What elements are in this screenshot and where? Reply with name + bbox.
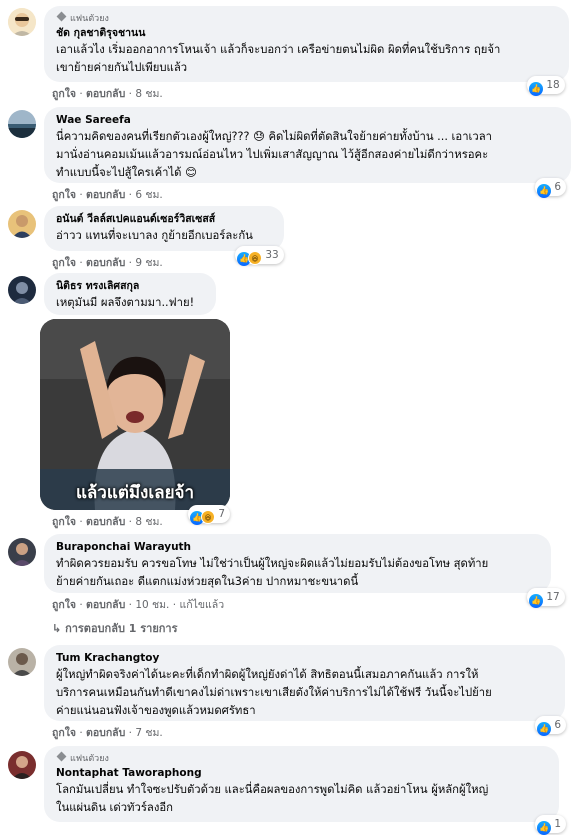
comment-text: ทำผิดควรยอมรับ ควรขอโทษ ไม่ใช่ว่าเป็นผู้… [56,557,489,588]
avatar-image [8,648,36,676]
avatar[interactable] [8,538,36,566]
avatar-image [8,110,36,138]
like-link[interactable]: ถูกใจ [52,88,76,100]
comment-bubble: Tum Krachangtoy ผู้ใหญ่ทำผิดจริงค่าได้นะ… [44,645,565,721]
reply-link[interactable]: ตอบกลับ [86,88,125,100]
diamond-icon [56,751,67,762]
avatar[interactable] [8,110,36,138]
reaction-count[interactable]: 👍 6 [535,178,567,198]
reaction-count[interactable]: 👍 17 [527,588,565,608]
commenter-name[interactable]: นิติธร ทรงเลิศสกุล [56,279,204,294]
timestamp[interactable]: 10 ชม. [135,599,169,611]
avatar-image [8,8,36,36]
diamond-icon [56,11,67,22]
edited-label[interactable]: แก้ไขแล้ว [179,599,224,611]
comment-bubble: แฟนตัวยง ชัด กุลชาติรุจชานน เอาแล้วไง เร… [44,6,569,82]
commenter-name[interactable]: Tum Krachangtoy [56,651,553,666]
like-icon: 👍 [537,821,551,835]
reply-link[interactable]: ตอบกลับ [86,599,125,611]
top-fan-badge: แฟนตัวยง [56,11,557,26]
comment-actions: ถูกใจ · ตอบกลับ · 8 ชม. [52,88,163,100]
like-link[interactable]: ถูกใจ [52,727,76,739]
comment-actions: ถูกใจ · ตอบกลับ · 7 ชม. [52,727,163,739]
comment-bubble: แฟนตัวยง Nontaphat Taworaphong โลกมันเปล… [44,746,559,822]
meme-caption: แล้วแต่มึงเลยจ้า [75,483,195,503]
reaction-count[interactable]: 👍 😆 33 [235,246,284,266]
avatar-image [8,751,36,779]
comment-actions: ถูกใจ · ตอบกลับ · 9 ชม. [52,257,163,269]
commenter-name[interactable]: Nontaphat Taworaphong [56,766,547,781]
like-link[interactable]: ถูกใจ [52,257,76,269]
reaction-count[interactable]: 👍 😆 7 [188,505,231,525]
haha-icon: 😆 [248,251,262,265]
comment-text: เอาแล้วไง เริ่มออกอาการโหนเจ้า แล้วก็จะบ… [56,43,501,74]
timestamp[interactable]: 7 ชม. [135,727,162,739]
comment-text: อ่าวว แทนที่จะเบาลง กูย้ายอีกเบอร์ละกัน [56,229,253,242]
comment-text: นี่ความคิดของคนที่เรียกตัวเองผู้ใหญ่??? … [56,130,493,179]
avatar[interactable] [8,648,36,676]
haha-icon: 😆 [201,510,215,524]
comment-text: ผู้ใหญ่ทำผิดจริงค่าได้นะคะที่เด็กทำผิดผู… [56,668,492,717]
commenter-name[interactable]: ชัด กุลชาติรุจชานน [56,26,557,41]
timestamp[interactable]: 8 ชม. [135,516,162,528]
like-link[interactable]: ถูกใจ [52,189,76,201]
avatar-image [8,210,36,238]
reply-link[interactable]: ตอบกลับ [86,257,125,269]
timestamp[interactable]: 9 ชม. [135,257,162,269]
comment-actions: ถูกใจ · ตอบกลับ · 10 ชม. · แก้ไขแล้ว [52,599,225,611]
comment-text: โลกมันเปลี่ยน ทำใจซะปรับตัวด้วย และนี่คื… [56,783,489,814]
comment-text: เหตุมันมี ผลจึงตามมา..ฟาย! [56,296,195,309]
avatar-image [8,276,36,304]
commenter-name[interactable]: Buraponchai Warayuth [56,540,539,555]
avatar[interactable] [8,276,36,304]
comment-bubble: Buraponchai Warayuth ทำผิดควรยอมรับ ควรข… [44,534,551,593]
reaction-count[interactable]: 👍 1 [535,815,567,835]
comment-actions: ถูกใจ · ตอบกลับ · 8 ชม. [52,516,163,528]
avatar[interactable] [8,8,36,36]
comment-bubble: Wae Sareefa นี่ความคิดของคนที่เรียกตัวเอ… [44,107,571,183]
top-fan-badge: แฟนตัวยง [56,751,547,766]
comment-bubble: นิติธร ทรงเลิศสกุล เหตุมันมี ผลจึงตามมา.… [44,273,216,315]
like-link[interactable]: ถูกใจ [52,599,76,611]
reply-link[interactable]: ตอบกลับ [86,727,125,739]
reaction-count[interactable]: 👍 18 [527,76,565,96]
like-icon: 👍 [537,722,551,736]
like-link[interactable]: ถูกใจ [52,516,76,528]
reply-arrow-icon: ↳ [52,622,62,635]
commenter-name[interactable]: Wae Sareefa [56,113,559,128]
view-replies-link[interactable]: ↳ การตอบกลับ 1 รายการ [52,619,178,637]
reply-link[interactable]: ตอบกลับ [86,189,125,201]
like-icon: 👍 [529,594,543,608]
timestamp[interactable]: 8 ชม. [135,88,162,100]
avatar[interactable] [8,210,36,238]
like-icon: 👍 [529,82,543,96]
commenter-name[interactable]: อนันต์ วีลล์สเปคแอนด์เซอร์วิสเซสส์ [56,212,272,227]
avatar[interactable] [8,751,36,779]
reaction-count[interactable]: 👍 6 [535,716,567,736]
comment-bubble: อนันต์ วีลล์สเปคแอนด์เซอร์วิสเซสส์ อ่าวว… [44,206,284,251]
meme-image[interactable]: แล้วแต่มึงเลยจ้า [40,319,230,510]
reply-link[interactable]: ตอบกลับ [86,516,125,528]
timestamp[interactable]: 6 ชม. [135,189,162,201]
avatar-image [8,538,36,566]
comment-actions: ถูกใจ · ตอบกลับ · 6 ชม. [52,189,163,201]
like-icon: 👍 [537,184,551,198]
